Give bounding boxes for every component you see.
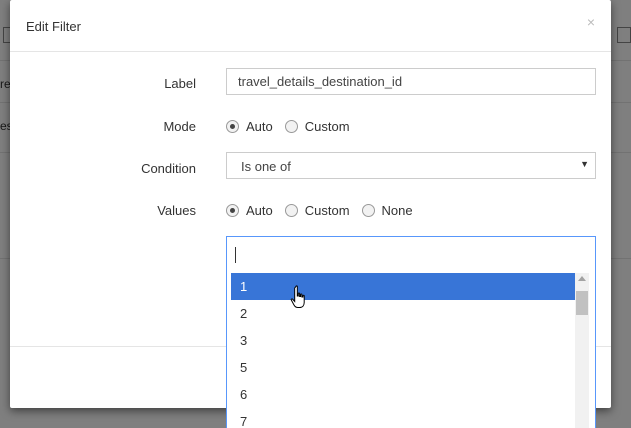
- dropdown-search-input[interactable]: [231, 241, 591, 269]
- values-option-label: Auto: [246, 203, 273, 218]
- condition-label: Condition: [141, 161, 196, 176]
- dropdown-option[interactable]: 1: [231, 273, 575, 300]
- mode-option-label: Custom: [304, 119, 350, 134]
- dropdown-results: 1 2 3 5 6 7: [231, 273, 575, 428]
- scroll-up-icon[interactable]: [578, 276, 586, 281]
- close-icon[interactable]: ×: [587, 14, 595, 30]
- label-input[interactable]: [226, 68, 596, 95]
- values-option-label: Custom: [304, 203, 350, 218]
- values-label: Values: [157, 203, 196, 218]
- text-cursor: [235, 247, 236, 263]
- dropdown-option[interactable]: 6: [231, 381, 575, 408]
- chevron-down-icon[interactable]: ▼: [580, 159, 589, 169]
- values-option-custom[interactable]: Custom: [284, 203, 350, 218]
- radio-unchecked-icon[interactable]: [284, 204, 298, 217]
- mode-radio-group: Auto Custom: [226, 119, 362, 134]
- mode-option-label: Auto: [246, 119, 273, 134]
- label-field-label: Label: [164, 76, 196, 91]
- scrollbar-thumb[interactable]: [576, 291, 588, 315]
- hand-pointer-icon: [290, 285, 305, 308]
- mode-option-auto[interactable]: Auto: [226, 119, 273, 134]
- values-option-label: None: [381, 203, 413, 218]
- condition-selected-value: Is one of: [241, 159, 291, 174]
- dropdown-option[interactable]: 7: [231, 408, 575, 428]
- dropdown-option[interactable]: 3: [231, 327, 575, 354]
- modal-title: Edit Filter: [26, 19, 81, 34]
- mode-label: Mode: [163, 119, 196, 134]
- condition-select[interactable]: Is one of ▼: [226, 152, 596, 179]
- radio-checked-icon[interactable]: [226, 120, 239, 133]
- dropdown-scrollbar[interactable]: [575, 273, 589, 428]
- dropdown-option[interactable]: 2: [231, 300, 575, 327]
- mode-option-custom[interactable]: Custom: [284, 119, 350, 134]
- values-radio-group: Auto Custom None: [226, 203, 425, 218]
- values-option-none[interactable]: None: [361, 203, 413, 218]
- radio-unchecked-icon[interactable]: [284, 120, 298, 133]
- radio-unchecked-icon[interactable]: [361, 204, 375, 217]
- dropdown-option[interactable]: 5: [231, 354, 575, 381]
- values-dropdown: 1 2 3 5 6 7: [226, 236, 596, 428]
- radio-checked-icon[interactable]: [226, 204, 239, 217]
- modal-header: Edit Filter ×: [10, 0, 611, 52]
- values-option-auto[interactable]: Auto: [226, 203, 273, 218]
